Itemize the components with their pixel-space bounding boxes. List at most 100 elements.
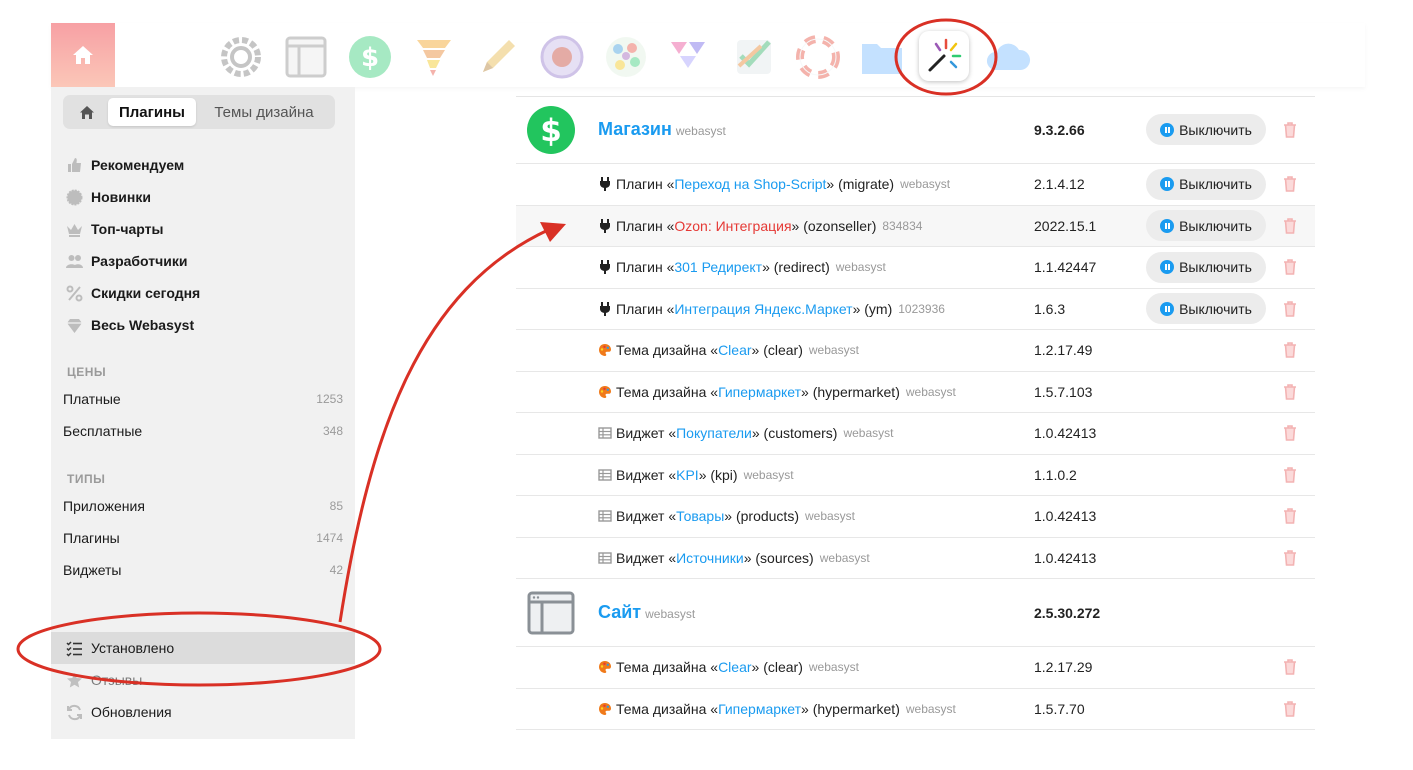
cloud-icon[interactable] bbox=[985, 34, 1031, 80]
extension-vendor: webasyst bbox=[819, 550, 870, 565]
disable-button[interactable]: Выключить bbox=[1146, 210, 1266, 242]
tab-plugins[interactable]: Плагины bbox=[108, 98, 196, 126]
extension-link[interactable]: Интеграция Яндекс.Маркет bbox=[674, 301, 852, 317]
sidebar-item-installed[interactable]: Установлено bbox=[51, 632, 355, 664]
trash-icon[interactable] bbox=[1283, 466, 1297, 483]
disable-button[interactable]: Выключить bbox=[1146, 168, 1266, 200]
sidebar-item-plugins[interactable]: Плагины 1474 bbox=[51, 522, 355, 554]
sidebar-item-label: Отзывы bbox=[91, 672, 143, 688]
plugin-icon bbox=[598, 260, 612, 275]
sidebar-item-updates[interactable]: Обновления bbox=[51, 696, 355, 728]
extension-link[interactable]: KPI bbox=[676, 467, 699, 483]
sidebar-item-label: Виджеты bbox=[63, 562, 122, 578]
sidebar-item-top-charts[interactable]: Топ-чарты bbox=[51, 213, 355, 245]
sidebar-item-recommended[interactable]: Рекомендуем bbox=[51, 149, 355, 181]
extension-prefix: Тема дизайна « bbox=[616, 659, 719, 676]
pencil-icon[interactable] bbox=[475, 34, 521, 80]
trash-icon[interactable] bbox=[1283, 425, 1297, 442]
sidebar-item-new[interactable]: Новинки bbox=[51, 181, 355, 213]
widget-icon bbox=[598, 426, 612, 440]
extension-link[interactable]: Гипермаркет bbox=[718, 384, 801, 400]
tab-themes[interactable]: Темы дизайна bbox=[196, 98, 332, 126]
extension-title: Плагин «Переход на Shop-Script» (migrate… bbox=[598, 176, 950, 192]
extension-link[interactable]: 301 Редирект bbox=[674, 259, 762, 275]
tornado-icon[interactable] bbox=[411, 34, 457, 80]
lifebuoy-icon[interactable] bbox=[795, 34, 841, 80]
sidebar-item-discounts[interactable]: Скидки сегодня bbox=[51, 277, 355, 309]
extension-prefix: Плагин « bbox=[616, 217, 675, 234]
shop-dollar-icon[interactable]: $ bbox=[347, 34, 393, 80]
sidebar-item-developers[interactable]: Разработчики bbox=[51, 245, 355, 277]
extension-link[interactable]: Покупатели bbox=[676, 425, 752, 441]
sidebar-item-free[interactable]: Бесплатные 348 bbox=[51, 415, 355, 447]
tab-home[interactable] bbox=[66, 98, 108, 126]
theme-icon bbox=[598, 660, 612, 674]
sidebar-item-all-webasyst[interactable]: Весь Webasyst bbox=[51, 309, 355, 341]
extension-vendor: webasyst bbox=[905, 701, 956, 716]
extension-id: » (hypermarket) bbox=[801, 383, 900, 400]
disable-button[interactable]: Выключить bbox=[1146, 293, 1266, 325]
app-name[interactable]: Сайт bbox=[598, 602, 641, 622]
trash-icon[interactable] bbox=[1283, 659, 1297, 676]
extension-version: 1.5.7.70 bbox=[1034, 700, 1085, 717]
site-extensions: Тема дизайна «Clear» (clear) webasyst 1.2.… bbox=[516, 647, 1315, 730]
triangles-icon[interactable] bbox=[667, 34, 713, 80]
extension-row: Плагин «301 Редирект» (redirect) webasyst… bbox=[516, 247, 1315, 289]
trash-icon[interactable] bbox=[1283, 700, 1297, 717]
sidebar-item-reviews[interactable]: Отзывы bbox=[51, 664, 355, 696]
sidebar-item-label: Плагины bbox=[63, 530, 120, 546]
camera-lens-icon[interactable] bbox=[539, 34, 585, 80]
shop-dollar-icon: $ bbox=[526, 105, 576, 155]
app-name[interactable]: Магазин bbox=[598, 119, 672, 139]
sidebar-item-widgets[interactable]: Виджеты 42 bbox=[51, 554, 355, 586]
checklist-icon[interactable] bbox=[731, 34, 777, 80]
trash-icon[interactable] bbox=[1283, 259, 1297, 276]
installed-list: $ Магазин webasyst 9.3.2.66 Выключить Пла… bbox=[516, 96, 1315, 730]
extension-id: » (sources) bbox=[743, 549, 814, 566]
mosaic-icon[interactable] bbox=[603, 34, 649, 80]
button-label: Выключить bbox=[1179, 259, 1252, 276]
extension-row: Тема дизайна «Clear» (clear) webasyst 1.2.… bbox=[516, 647, 1315, 689]
trash-icon[interactable] bbox=[1283, 508, 1297, 525]
extension-link[interactable]: Ozon: Интеграция bbox=[674, 218, 791, 234]
extension-id: » (clear) bbox=[751, 342, 803, 359]
settings-gear-icon[interactable] bbox=[218, 34, 264, 80]
list-check-icon bbox=[65, 639, 83, 657]
sidebar-item-label: Разработчики bbox=[91, 253, 188, 269]
extension-id: » (ym) bbox=[852, 300, 893, 317]
extension-vendor: webasyst bbox=[808, 660, 859, 675]
app-title[interactable]: Магазин webasyst bbox=[598, 119, 726, 140]
sidebar-prices: Платные 1253 Бесплатные 348 bbox=[51, 383, 355, 447]
site-window-icon[interactable] bbox=[283, 34, 329, 80]
sidebar-item-paid[interactable]: Платные 1253 bbox=[51, 383, 355, 415]
disable-button[interactable]: Выключить bbox=[1146, 114, 1266, 145]
trash-icon[interactable] bbox=[1283, 217, 1297, 234]
sidebar-item-apps[interactable]: Приложения 85 bbox=[51, 490, 355, 522]
refresh-icon bbox=[65, 703, 83, 721]
extension-link[interactable]: Clear bbox=[718, 342, 751, 358]
extension-vendor: 834834 bbox=[882, 218, 923, 233]
app-title[interactable]: Сайт webasyst bbox=[598, 602, 695, 623]
trash-icon[interactable] bbox=[1283, 176, 1297, 193]
trash-icon[interactable] bbox=[1283, 121, 1297, 138]
extension-link[interactable]: Гипермаркет bbox=[718, 701, 801, 717]
extension-link[interactable]: Товары bbox=[676, 508, 724, 524]
trash-icon[interactable] bbox=[1283, 342, 1297, 359]
trash-icon[interactable] bbox=[1283, 383, 1297, 400]
sidebar-item-label: Весь Webasyst bbox=[91, 317, 195, 333]
extension-link[interactable]: Переход на Shop-Script bbox=[674, 176, 826, 192]
extension-link[interactable]: Источники bbox=[676, 550, 744, 566]
trash-icon[interactable] bbox=[1283, 300, 1297, 317]
installer-wand-icon[interactable] bbox=[919, 31, 969, 81]
folder-icon[interactable] bbox=[859, 34, 905, 80]
extension-version: 1.2.17.29 bbox=[1034, 659, 1093, 676]
extension-prefix: Плагин « bbox=[616, 259, 675, 276]
extension-link[interactable]: Clear bbox=[718, 659, 751, 675]
plugin-icon bbox=[598, 301, 612, 316]
disable-button[interactable]: Выключить bbox=[1146, 251, 1266, 283]
home-icon[interactable] bbox=[51, 23, 115, 87]
app-version: 2.5.30.272 bbox=[1034, 604, 1101, 621]
extension-id: » (redirect) bbox=[762, 259, 830, 276]
trash-icon[interactable] bbox=[1283, 549, 1297, 566]
extension-prefix: Виджет « bbox=[616, 466, 677, 483]
